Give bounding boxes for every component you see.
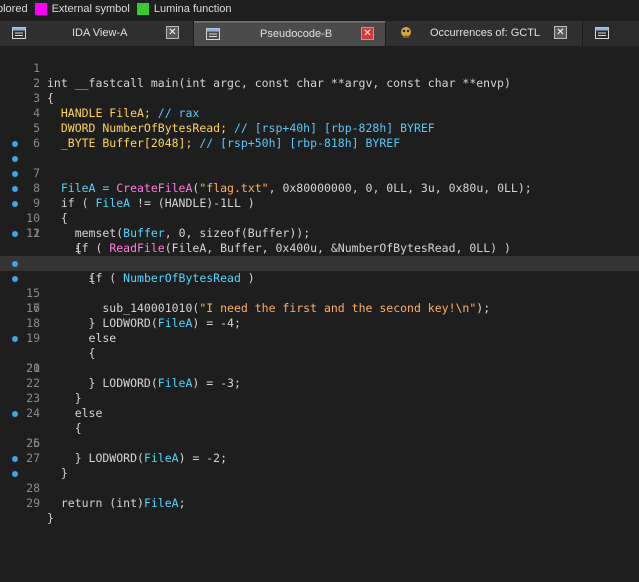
code-line[interactable]: 7 FileA = CreateFileA("flag.txt", 0x8000… — [0, 136, 639, 195]
legend-item-lumina-function: Lumina function — [153, 2, 232, 15]
code-line[interactable]: 23 else — [0, 376, 639, 420]
tab-bar: IDA View-A ✕ Pseudocode-B ✕ Occurrences … — [0, 21, 639, 46]
close-icon[interactable]: ✕ — [361, 27, 374, 40]
tab-ida-view-a[interactable]: IDA View-A ✕ — [0, 21, 194, 46]
breakpoint-icon[interactable] — [12, 141, 18, 147]
breakpoint-icon[interactable] — [12, 336, 18, 342]
code-line[interactable]: 26 } — [0, 421, 639, 465]
pseudocode-editor[interactable]: 1 int __fastcall main(int argc, const ch… — [0, 46, 639, 582]
close-icon[interactable]: ✕ — [166, 26, 179, 39]
code-line[interactable]: 22 } — [0, 361, 639, 405]
breakpoint-icon[interactable] — [12, 411, 18, 417]
code-line[interactable]: 21 } — [0, 346, 639, 390]
code-line[interactable]: 24 { — [0, 391, 639, 435]
code-line[interactable]: 3 HANDLE FileA; // rax — [0, 76, 639, 120]
code-line[interactable]: 18 else — [0, 301, 639, 345]
code-line[interactable]: 1 int __fastcall main(int argc, const ch… — [0, 46, 639, 90]
code-line[interactable]: 28 return (int)FileA; — [0, 451, 639, 510]
code-line[interactable]: 6 — [0, 121, 639, 150]
legend-item-unexplored: plored — [0, 2, 28, 15]
code-line[interactable]: 19 { — [0, 316, 639, 360]
code-line[interactable]: 17 } — [0, 286, 639, 330]
breakpoint-icon[interactable] — [12, 156, 18, 162]
code-line[interactable]: 25 LODWORD(FileA) = -2; — [0, 406, 639, 465]
code-line[interactable]: 14 { — [0, 241, 639, 285]
breakpoint-icon[interactable] — [12, 186, 18, 192]
code-line[interactable]: 16 LODWORD(FileA) = -4; — [0, 271, 639, 330]
breakpoint-icon[interactable] — [12, 261, 18, 267]
code-line[interactable]: 5 _BYTE Buffer[2048]; // [rsp+50h] [rbp-… — [0, 106, 639, 150]
tab-pseudocode-b[interactable]: Pseudocode-B ✕ — [194, 21, 386, 46]
code-line-current[interactable]: 15 sub_140001010("I need the first and t… — [0, 256, 639, 315]
tab-label: Pseudocode-B — [260, 28, 333, 40]
code-line[interactable]: 29 } — [0, 466, 639, 525]
tab-extra-view[interactable] — [583, 21, 639, 46]
code-line[interactable]: 20 LODWORD(FileA) = -3; — [0, 331, 639, 390]
breakpoint-icon[interactable] — [12, 201, 18, 207]
code-line[interactable]: 2 { — [0, 61, 639, 105]
close-icon[interactable]: ✕ — [554, 26, 567, 39]
code-line[interactable]: 13 if ( NumberOfBytesRead ) — [0, 226, 639, 285]
disassembly-view-icon — [12, 27, 26, 39]
view-icon — [595, 27, 609, 39]
color-legend: plored External symbol Lumina function — [0, 0, 639, 17]
breakpoint-icon[interactable] — [12, 171, 18, 177]
code-line[interactable]: 10 memset(Buffer, 0, sizeof(Buffer)); — [0, 181, 639, 240]
breakpoint-icon[interactable] — [12, 231, 18, 237]
breakpoint-icon[interactable] — [12, 456, 18, 462]
code-line[interactable]: 4 DWORD NumberOfBytesRead; // [rsp+40h] … — [0, 91, 639, 135]
code-line[interactable]: 8 if ( FileA != (HANDLE)-1LL ) — [0, 151, 639, 210]
tab-label: Occurrences of: GCTL — [430, 27, 541, 39]
code-line[interactable]: 12 { — [0, 211, 639, 255]
code-line[interactable]: 9 { — [0, 166, 639, 225]
code-line[interactable]: 27 } — [0, 436, 639, 480]
breakpoint-icon[interactable] — [12, 276, 18, 282]
tab-occurrences[interactable]: Occurrences of: GCTL ✕ — [386, 21, 583, 46]
code-line[interactable]: 11 if ( ReadFile(FileA, Buffer, 0x400u, … — [0, 196, 639, 255]
pseudocode-view-icon — [206, 28, 220, 40]
legend-swatch-external-symbol — [34, 2, 47, 15]
legend-item-external-symbol: External symbol — [51, 2, 130, 15]
legend-swatch-lumina-function — [136, 2, 149, 15]
occurrences-icon — [401, 27, 411, 38]
tab-label: IDA View-A — [72, 27, 128, 39]
breakpoint-icon[interactable] — [12, 471, 18, 477]
